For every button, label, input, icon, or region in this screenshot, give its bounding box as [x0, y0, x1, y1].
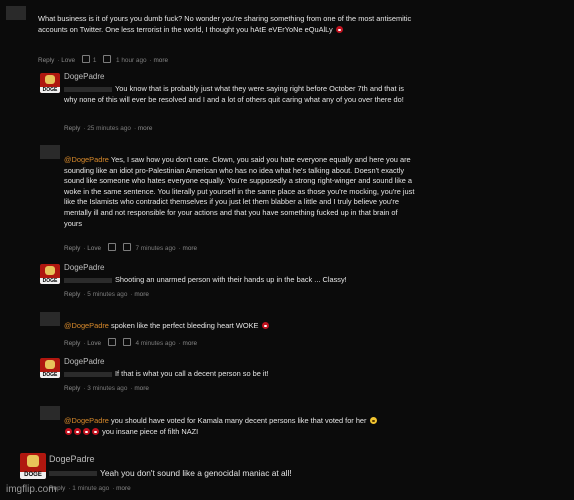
comment-meta: Reply · 5 minutes ago · more — [64, 291, 149, 298]
avatar[interactable] — [40, 145, 60, 159]
comment-text: @DogePadre you should have voted for Kam… — [64, 416, 424, 437]
comment-text: @DogePadre spoken like the perfect bleed… — [64, 321, 414, 332]
mention-link[interactable]: @DogePadre — [64, 321, 109, 330]
watermark: imgflip.com — [6, 484, 57, 495]
reply-link[interactable]: Reply — [64, 291, 80, 298]
author-name[interactable]: DogePadre — [64, 72, 104, 81]
reply-link[interactable]: Reply — [64, 125, 80, 132]
redacted-mention — [64, 86, 112, 92]
comment-text: If that is what you call a decent person… — [64, 369, 414, 380]
downvote-icon[interactable] — [122, 243, 131, 251]
avatar[interactable] — [40, 406, 60, 420]
more-link[interactable]: more — [183, 340, 198, 347]
avatar-tag: DOGE — [40, 87, 60, 93]
avatar[interactable]: DOGE — [20, 453, 46, 479]
love-link[interactable]: Love — [61, 57, 75, 64]
avatar-tag: DOGE — [40, 372, 60, 378]
comment-text: @DogePadre Yes, I saw how you don't care… — [64, 155, 415, 228]
angry-emoji-icon — [83, 427, 90, 435]
comment-meta: Reply · 25 minutes ago · more — [64, 125, 153, 132]
avatar[interactable]: DOGE — [40, 358, 60, 378]
author-name[interactable]: DogePadre — [64, 263, 104, 272]
love-link[interactable]: Love — [87, 245, 101, 252]
author-name[interactable]: DogePadre — [49, 454, 95, 464]
reply-link[interactable]: Reply — [64, 245, 80, 252]
redacted-mention — [64, 371, 112, 377]
reply-link[interactable]: Reply — [38, 57, 54, 64]
timestamp: 25 minutes ago — [87, 125, 131, 132]
timestamp: 5 minutes ago — [87, 291, 128, 298]
avatar-tag: DOGE — [40, 278, 60, 284]
avatar[interactable]: DOGE — [40, 264, 60, 284]
doge-face-icon — [45, 360, 55, 369]
angry-emoji-icon — [65, 427, 72, 435]
avatar-tag: DOGE — [20, 472, 46, 479]
comment-meta: Reply · 1 minute ago · more — [49, 485, 131, 492]
comment-text: Shooting an unarmed person with their ha… — [64, 275, 414, 286]
downvote-icon[interactable] — [122, 338, 131, 346]
angry-emoji-icon — [261, 322, 269, 329]
redacted-mention — [64, 277, 112, 283]
reply-link[interactable]: Reply — [64, 385, 80, 392]
doge-face-icon — [27, 455, 39, 467]
redacted-mention — [49, 471, 97, 477]
comment-meta: Reply · Love 1 1 hour ago · more — [38, 55, 169, 64]
more-link[interactable]: more — [134, 291, 149, 298]
upvote-icon[interactable] — [107, 338, 116, 346]
avatar[interactable] — [40, 312, 60, 326]
downvote-icon[interactable] — [103, 55, 112, 63]
more-link[interactable]: more — [134, 385, 149, 392]
comment-meta: Reply · Love 4 minutes ago · more — [64, 338, 198, 347]
angry-emoji-icon — [92, 427, 99, 435]
timestamp: 7 minutes ago — [135, 245, 176, 252]
timestamp: 1 minute ago — [72, 485, 110, 492]
more-link[interactable]: more — [183, 245, 198, 252]
timestamp: 3 minutes ago — [87, 385, 128, 392]
doge-face-icon — [45, 266, 55, 275]
reply-link[interactable]: Reply — [64, 340, 80, 347]
avatar[interactable]: DOGE — [40, 73, 60, 93]
comment-meta: Reply · Love 7 minutes ago · more — [64, 243, 198, 252]
timestamp: 4 minutes ago — [135, 340, 176, 347]
mention-link[interactable]: @DogePadre — [64, 416, 109, 425]
timestamp: 1 hour ago — [116, 57, 147, 64]
comment-text: Yeah you don't sound like a genocidal ma… — [49, 468, 429, 479]
vote-count: 1 — [92, 57, 97, 64]
more-link[interactable]: more — [116, 485, 131, 492]
doge-face-icon — [45, 75, 55, 84]
more-link[interactable]: more — [138, 125, 153, 132]
upvote-icon[interactable] — [81, 55, 90, 63]
comment-meta: Reply · 3 minutes ago · more — [64, 385, 149, 392]
love-link[interactable]: Love — [87, 340, 101, 347]
angry-emoji-icon — [74, 427, 81, 435]
avatar[interactable] — [6, 6, 26, 20]
author-name[interactable]: DogePadre — [64, 357, 104, 366]
comment-text: What business is it of yours you dumb fu… — [38, 14, 412, 34]
more-link[interactable]: more — [153, 57, 168, 64]
mention-link[interactable]: @DogePadre — [64, 155, 109, 164]
angry-emoji-icon — [335, 25, 343, 33]
grinning-emoji-icon — [369, 417, 377, 424]
comment-text: You know that is probably just what they… — [64, 84, 404, 104]
upvote-icon[interactable] — [107, 243, 116, 251]
